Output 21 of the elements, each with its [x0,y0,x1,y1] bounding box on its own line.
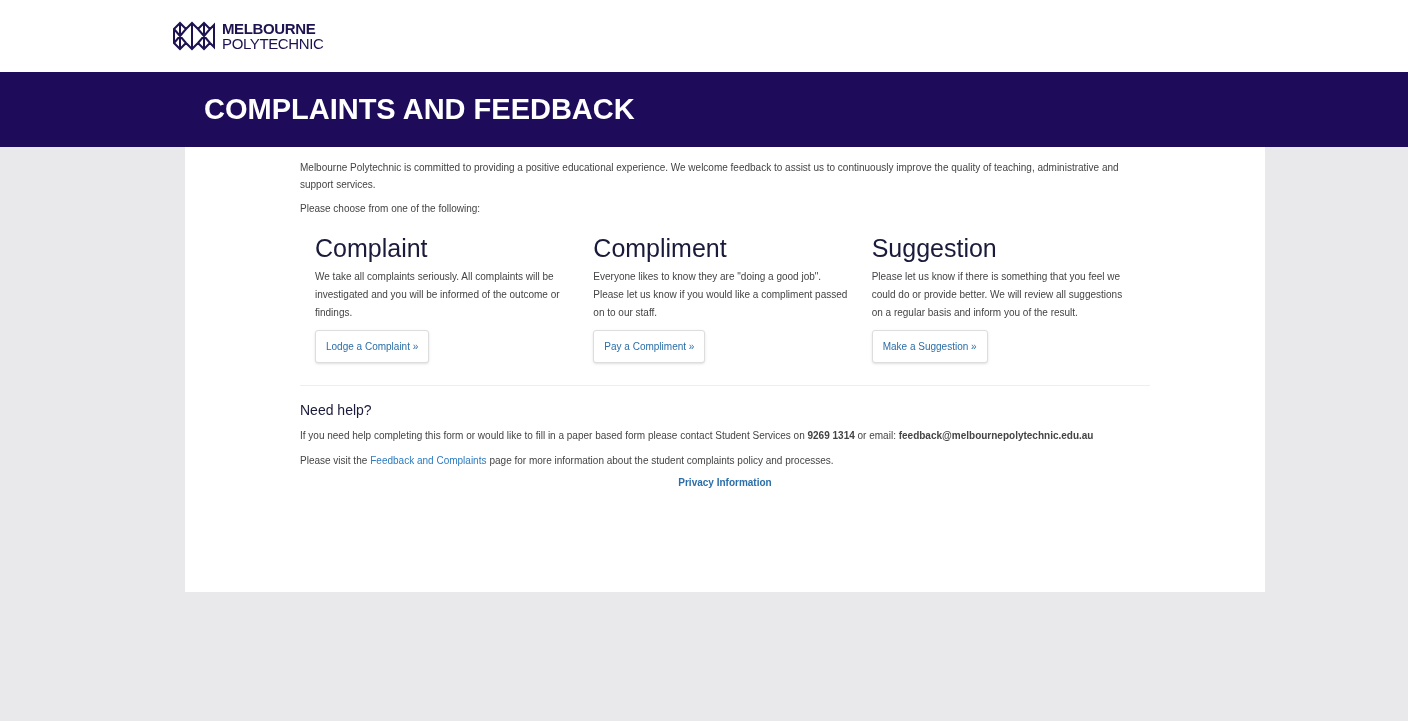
intro-text: Please choose from one of the following: [300,202,482,216]
help-text: If you need help completing this form or would like to fill in a paper based form please contact Student Services on 9269 1314 or email: feedback@melbournepolytechnic.edu.au [300,429,1095,443]
option-button[interactable]: Pay a Compliment » [593,330,706,363]
privacy-link[interactable]: Privacy Information [678,475,772,490]
visit-text: page for more information about the student complaints policy and processes. [489,454,834,468]
intro-text: Melbourne Polytechnic is committed to providing a positive educational experience. We welcome feedback to assist us to continuously improve the quality of teaching, administrative and support services. [300,161,1120,192]
feedback-link[interactable]: Feedback and Complaints [370,452,487,469]
option-description: Please let us know if there is something that you feel we could do or provide better. We will review all suggestions on a regular basis and inform you of the result. [871,270,1124,320]
option-heading: Compliment [593,233,727,264]
option-button[interactable]: Make a Suggestion » [871,330,988,363]
page-title: COMPLAINTS AND FEEDBACK [204,91,635,127]
option-description: Everyone likes to know they are "doing a good job". Please let us know if you would like a compliment passed on to our staff. [593,270,849,320]
option-button[interactable]: Lodge a Complaint » [315,330,430,363]
logo-icon [172,21,216,51]
visit-text: Please visit the [300,454,368,468]
logo-text: POLYTECHNIC [222,36,324,51]
help-heading: Need help? [300,401,373,420]
option-heading: Suggestion [871,233,997,264]
option-description: We take all complaints seriously. All complaints will be investigated and you will be informed of the outcome or findings. [315,270,561,320]
logo-text: MELBOURNE [222,21,317,36]
option-heading: Complaint [315,233,428,264]
